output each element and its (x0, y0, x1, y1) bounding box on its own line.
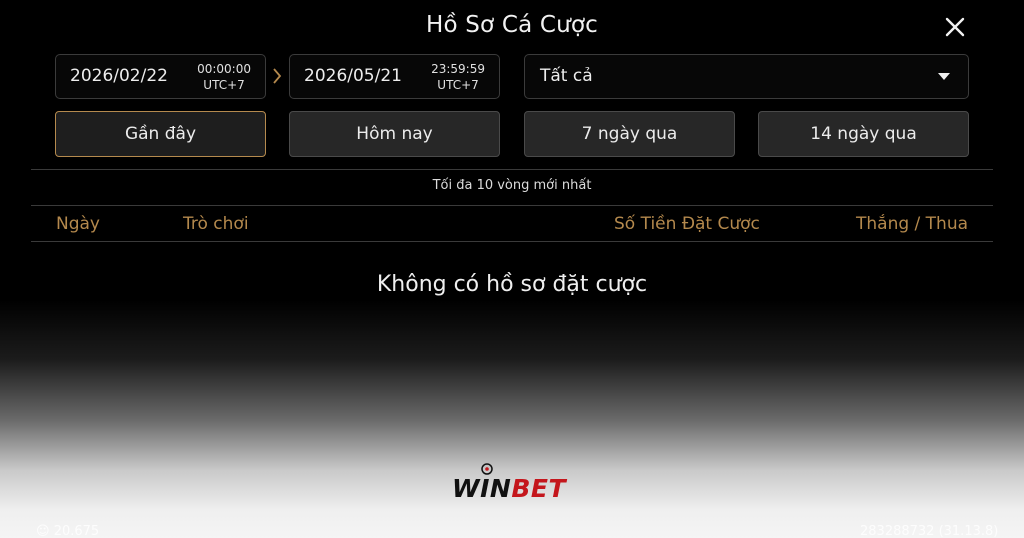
brand-logo-part2: BET (511, 474, 566, 503)
page-title: Hồ Sơ Cá Cược (425, 12, 599, 38)
game-type-select[interactable]: Tất cả (524, 54, 969, 99)
end-date-picker[interactable]: 2026/05/21 23:59:59 UTC+7 (289, 54, 500, 99)
start-time: 00:00:00 UTC+7 (197, 61, 251, 93)
empty-state-message: Không có hồ sơ đặt cược (376, 272, 648, 297)
brand-logo-part1: WIN (452, 474, 512, 503)
footer-session-id: 283288732 (31.13.8) (860, 524, 999, 538)
brand-logo: WINBET (452, 474, 566, 503)
limit-note: Tối đa 10 vòng mới nhất (432, 178, 592, 193)
column-header-win-loss: Thắng / Thua (856, 214, 969, 234)
game-type-value: Tất cả (540, 66, 593, 86)
end-time-value: 23:59:59 (431, 62, 485, 76)
footer-balance-value: 20.675 (53, 524, 100, 538)
divider (31, 205, 993, 206)
caret-down-icon (938, 73, 950, 80)
start-time-value: 00:00:00 (197, 62, 251, 76)
end-date: 2026/05/21 (304, 66, 402, 86)
end-time: 23:59:59 UTC+7 (431, 61, 485, 93)
start-date-picker[interactable]: 2026/02/22 00:00:00 UTC+7 (55, 54, 266, 99)
divider (31, 241, 993, 242)
column-header-bet-amount: Số Tiền Đặt Cược (614, 214, 760, 234)
column-header-date: Ngày (56, 214, 100, 234)
end-timezone: UTC+7 (437, 78, 479, 92)
user-icon: ☺ (36, 524, 50, 538)
range-recent-button[interactable]: Gần đây (55, 111, 266, 157)
column-header-game: Trò chơi (183, 214, 249, 234)
range-14days-button[interactable]: 14 ngày qua (758, 111, 969, 157)
footer-balance: ☺ 20.675 (36, 524, 99, 538)
start-date: 2026/02/22 (70, 66, 168, 86)
range-7days-button[interactable]: 7 ngày qua (524, 111, 735, 157)
start-timezone: UTC+7 (203, 78, 245, 92)
close-icon (945, 17, 965, 37)
divider (31, 169, 993, 170)
close-button[interactable] (942, 14, 968, 40)
range-today-button[interactable]: Hôm nay (289, 111, 500, 157)
chevron-right-icon (273, 68, 282, 84)
